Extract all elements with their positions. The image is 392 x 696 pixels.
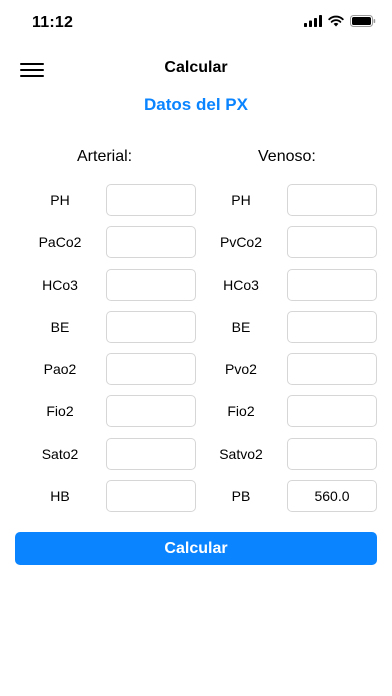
arterial-fio2-input[interactable] — [106, 395, 196, 427]
status-icons — [304, 15, 376, 27]
venoso-label-pb: PB — [231, 488, 251, 504]
arterial-ph-input[interactable] — [106, 184, 196, 216]
venoso-label-pvco2: PvCo2 — [219, 234, 263, 250]
calculate-button[interactable]: Calcular — [15, 532, 377, 565]
battery-icon — [350, 15, 376, 27]
venoso-label-be: BE — [231, 319, 251, 335]
arterial-label-hco3: HCo3 — [42, 277, 78, 293]
venoso-label-fio2: Fio2 — [227, 403, 255, 419]
venoso-fio2-input[interactable] — [287, 395, 377, 427]
arterial-hb-input[interactable] — [106, 480, 196, 512]
arterial-pao2-input[interactable] — [106, 353, 196, 385]
arterial-paco2-input[interactable] — [106, 226, 196, 258]
arterial-label-pao2: Pao2 — [43, 361, 77, 377]
status-time: 11:12 — [32, 14, 74, 31]
arterial-sato2-input[interactable] — [106, 438, 196, 470]
venoso-hco3-input[interactable] — [287, 269, 377, 301]
venoso-label-satvo2: Satvo2 — [219, 446, 263, 462]
venoso-be-input[interactable] — [287, 311, 377, 343]
arterial-hco3-input[interactable] — [106, 269, 196, 301]
arterial-label-fio2: Fio2 — [46, 403, 74, 419]
venoso-pvo2-input[interactable] — [287, 353, 377, 385]
navigation-bar: Calcular — [0, 48, 392, 92]
signal-icon — [304, 15, 322, 27]
wifi-icon — [328, 15, 344, 27]
arterial-label-paco2: PaCo2 — [38, 234, 82, 250]
venoso-pb-input[interactable] — [287, 480, 377, 512]
venoso-label-pvo2: Pvo2 — [225, 361, 257, 377]
section-title: Datos del PX — [144, 95, 248, 114]
arterial-label-sato2: Sato2 — [41, 446, 79, 462]
arterial-label-be: BE — [50, 319, 70, 335]
venoso-satvo2-input[interactable] — [287, 438, 377, 470]
venoso-pvco2-input[interactable] — [287, 226, 377, 258]
nav-title: Calcular — [164, 59, 228, 76]
venoso-label-ph: PH — [231, 192, 251, 208]
status-bar: 11:12 — [0, 0, 392, 48]
arterial-label-ph: PH — [50, 192, 70, 208]
arterial-be-input[interactable] — [106, 311, 196, 343]
venoso-header: Venoso: — [258, 148, 316, 165]
venoso-label-hco3: HCo3 — [223, 277, 259, 293]
arterial-header: Arterial: — [77, 148, 133, 165]
arterial-label-hb: HB — [50, 488, 70, 504]
venoso-ph-input[interactable] — [287, 184, 377, 216]
